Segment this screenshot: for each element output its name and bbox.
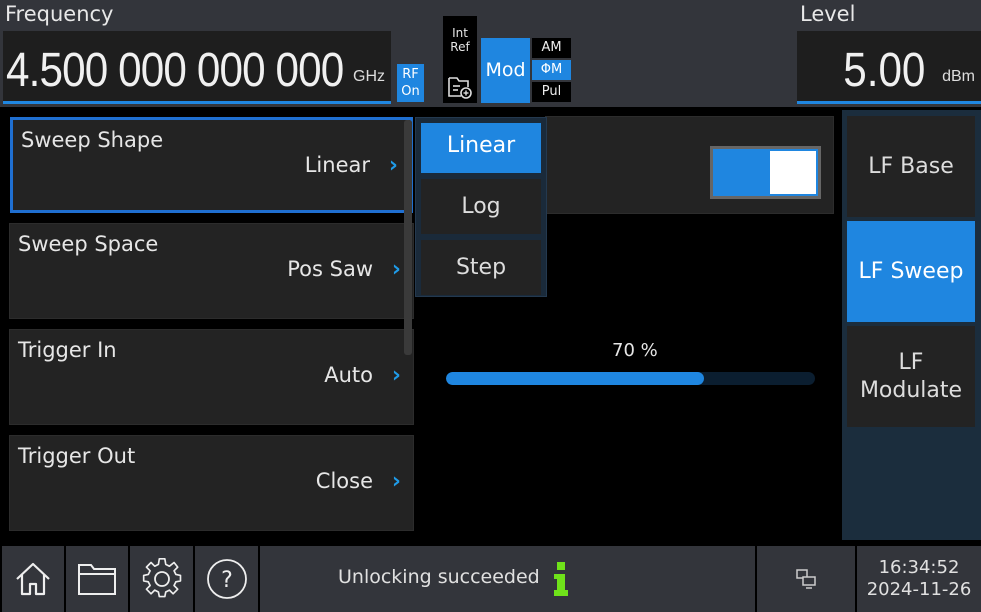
sweep-progress-bar bbox=[446, 372, 815, 385]
setting-title: Sweep Space bbox=[18, 232, 159, 256]
footer-bar: ? Unlocking succeeded 16:34:52 2024-11-2… bbox=[0, 544, 981, 612]
ref-line2: Ref bbox=[450, 40, 470, 54]
setting-title: Trigger In bbox=[18, 338, 117, 362]
mod-am[interactable]: AM bbox=[532, 38, 571, 58]
sweep-shape-dropdown: Linear Log Step bbox=[415, 117, 547, 297]
clock-time: 16:34:52 bbox=[878, 557, 960, 578]
home-icon bbox=[16, 562, 50, 596]
progress-label: 70 % bbox=[612, 340, 658, 361]
dropdown-option-linear[interactable]: Linear bbox=[421, 123, 541, 173]
folder-add-icon bbox=[448, 77, 472, 99]
sweep-toggle[interactable] bbox=[710, 146, 821, 199]
gear-icon bbox=[142, 558, 181, 598]
chevron-right-icon: › bbox=[391, 257, 401, 282]
setting-title: Sweep Shape bbox=[21, 128, 164, 152]
settings-scrollbar[interactable] bbox=[404, 120, 412, 355]
side-menu: LF Base LF Sweep LF Modulate bbox=[842, 110, 981, 540]
chevron-right-icon: › bbox=[391, 469, 401, 494]
setting-title: Trigger Out bbox=[18, 444, 136, 468]
mod-pm[interactable]: ΦM bbox=[532, 60, 571, 80]
ref-line1: Int bbox=[452, 26, 468, 40]
network-icon bbox=[796, 569, 816, 589]
dropdown-option-step[interactable]: Step bbox=[421, 240, 541, 295]
header-bar: Frequency 4.500 000 000 000 GHz RF On In… bbox=[0, 0, 981, 107]
chevron-right-icon: › bbox=[388, 153, 398, 178]
status-message: Unlocking succeeded bbox=[338, 566, 540, 588]
setting-trigger-in[interactable]: Trigger In Auto › bbox=[9, 329, 414, 425]
level-label: Level bbox=[800, 2, 856, 26]
level-unit: dBm bbox=[942, 68, 975, 85]
frequency-label: Frequency bbox=[5, 2, 114, 26]
int-ref-indicator: Int Ref bbox=[443, 16, 477, 103]
home-button[interactable] bbox=[2, 546, 64, 612]
setting-sweep-space[interactable]: Sweep Space Pos Saw › bbox=[9, 223, 414, 319]
side-tab-lf-base[interactable]: LF Base bbox=[847, 116, 975, 217]
rf-on-badge[interactable]: RF On bbox=[397, 64, 424, 102]
setting-trigger-out[interactable]: Trigger Out Close › bbox=[9, 435, 414, 531]
frequency-field[interactable]: 4.500 000 000 000 GHz bbox=[3, 31, 391, 104]
mod-button[interactable]: Mod bbox=[481, 38, 530, 103]
help-icon: ? bbox=[206, 559, 247, 599]
mod-pulse[interactable]: Pul bbox=[532, 82, 571, 102]
mod-options: AM ΦM Pul bbox=[532, 38, 571, 103]
side-tab-lf-sweep[interactable]: LF Sweep bbox=[847, 221, 975, 322]
frequency-unit: GHz bbox=[353, 68, 385, 85]
toggle-knob bbox=[770, 151, 816, 194]
help-button[interactable]: ? bbox=[195, 546, 258, 612]
progress-fill bbox=[446, 372, 705, 385]
files-button[interactable] bbox=[66, 546, 128, 612]
setting-value: Close bbox=[315, 469, 373, 493]
scrollbar-thumb[interactable] bbox=[404, 120, 412, 355]
side-tab-lf-modulate[interactable]: LF Modulate bbox=[847, 326, 975, 427]
level-field[interactable]: 5.00 dBm bbox=[797, 31, 981, 104]
clock-display: 16:34:52 2024-11-26 bbox=[857, 546, 981, 612]
network-button[interactable] bbox=[757, 546, 855, 612]
dropdown-option-log[interactable]: Log bbox=[421, 179, 541, 234]
settings-button[interactable] bbox=[130, 546, 193, 612]
setting-value: Linear bbox=[304, 153, 370, 177]
frequency-value: 4.500 000 000 000 bbox=[5, 44, 344, 97]
clock-date: 2024-11-26 bbox=[866, 579, 972, 600]
setting-value: Pos Saw bbox=[287, 257, 373, 281]
setting-sweep-shape[interactable]: Sweep Shape Linear › bbox=[10, 117, 413, 213]
level-value: 5.00 bbox=[842, 44, 925, 97]
setting-value: Auto bbox=[324, 363, 373, 387]
svg-text:?: ? bbox=[221, 568, 233, 593]
chevron-right-icon: › bbox=[391, 363, 401, 388]
rf-badge-line2: On bbox=[401, 84, 420, 99]
folder-icon bbox=[78, 564, 116, 595]
rf-badge-line1: RF bbox=[402, 67, 419, 82]
info-icon bbox=[554, 562, 568, 596]
